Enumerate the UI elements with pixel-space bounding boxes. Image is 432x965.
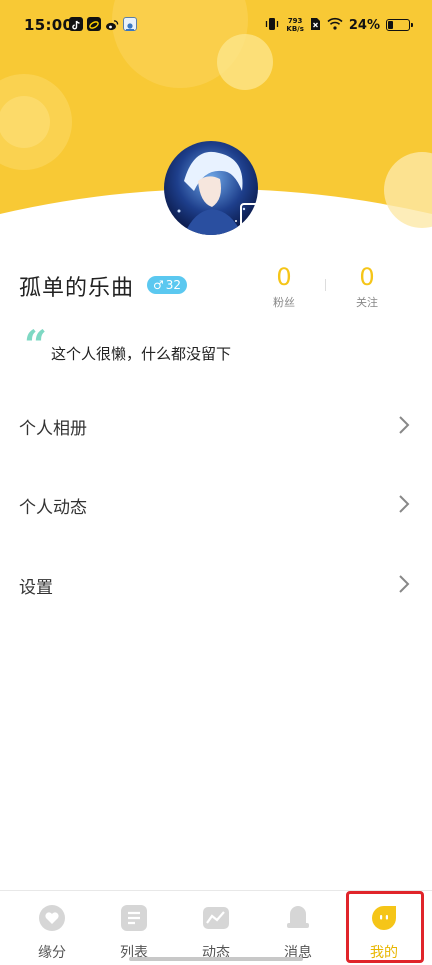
network-speed-unit: KB/s <box>286 25 304 33</box>
wifi-icon <box>327 17 343 33</box>
tiktok-icon <box>69 17 83 31</box>
tab-fate[interactable]: 缘分 <box>9 891 95 965</box>
following-label: 关注 <box>356 296 378 309</box>
age-value: 32 <box>165 278 182 292</box>
menu-item-label: 个人动态 <box>19 498 87 518</box>
following-stat[interactable]: 0 关注 <box>337 262 397 310</box>
profile-name: 孤单的乐曲 <box>19 276 135 301</box>
bottom-tab-bar: 缘分 列表 动态 消息 我的 <box>0 890 432 965</box>
chevron-right-icon <box>399 416 410 434</box>
network-speed: 793 KB/s <box>286 17 303 33</box>
gender-age-badge: ♂ 32 <box>147 276 188 294</box>
tab-label: 我的 <box>370 945 398 961</box>
battery-percent: 24% <box>348 17 380 33</box>
menu-item-settings[interactable]: 设置 <box>0 557 432 613</box>
bio-text: 这个人很懒，什么都没留下 <box>51 345 232 363</box>
edit-icon <box>248 213 260 224</box>
quote-icon: “ <box>24 322 48 369</box>
menu-item-moments[interactable]: 个人动态 <box>0 477 432 533</box>
fans-stat[interactable]: 0 粉丝 <box>254 262 314 310</box>
chevron-right-icon <box>399 575 410 593</box>
battery-fill <box>388 21 393 29</box>
weibo-icon <box>105 17 119 31</box>
vibrate-icon <box>264 17 280 34</box>
chart-icon <box>203 907 229 929</box>
male-icon: ♂ <box>153 278 164 292</box>
status-bar: 15:00 793 KB/s 24% <box>0 0 432 52</box>
network-speed-value: 793 <box>287 17 303 25</box>
status-right-group: 793 KB/s 24% <box>264 14 413 36</box>
menu-item-album[interactable]: 个人相册 <box>0 398 432 454</box>
tab-moments[interactable]: 动态 <box>173 891 259 965</box>
chevron-right-icon <box>399 495 410 513</box>
edit-avatar-button[interactable] <box>240 203 266 229</box>
tab-mine[interactable]: 我的 <box>341 891 427 965</box>
home-indicator[interactable] <box>129 957 303 961</box>
following-count: 0 <box>359 263 375 291</box>
cloud-app-icon <box>123 17 137 31</box>
profile-face-icon <box>372 906 396 930</box>
tab-label: 缘分 <box>38 945 66 961</box>
tab-messages[interactable]: 消息 <box>255 891 341 965</box>
sim-icon <box>310 17 321 34</box>
app-icon <box>87 17 101 31</box>
fans-count: 0 <box>276 263 292 291</box>
battery-icon <box>386 19 413 31</box>
stat-divider <box>325 279 326 291</box>
heart-icon <box>39 905 65 931</box>
status-time: 15:00 <box>24 16 74 34</box>
menu-item-label: 个人相册 <box>19 419 87 439</box>
avatar-area <box>164 141 268 235</box>
tab-list[interactable]: 列表 <box>91 891 177 965</box>
menu-item-label: 设置 <box>19 578 53 598</box>
fans-label: 粉丝 <box>273 296 295 309</box>
bell-icon <box>287 906 309 928</box>
list-icon <box>121 905 147 931</box>
